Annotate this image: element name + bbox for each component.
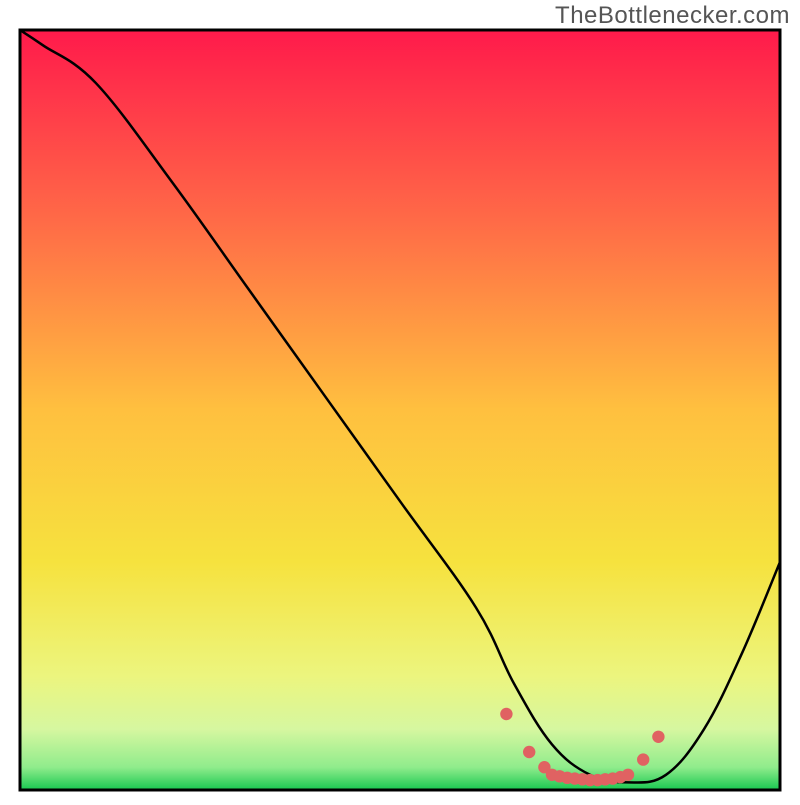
marker-dot [622, 769, 634, 781]
marker-dot [523, 746, 535, 758]
marker-dot [637, 753, 649, 765]
marker-dot [500, 708, 512, 720]
marker-dot [652, 731, 664, 743]
bottleneck-chart [0, 0, 800, 800]
watermark-text: TheBottlenecker.com [555, 2, 790, 30]
chart-frame: TheBottlenecker.com [0, 0, 800, 800]
plot-area [20, 30, 780, 790]
